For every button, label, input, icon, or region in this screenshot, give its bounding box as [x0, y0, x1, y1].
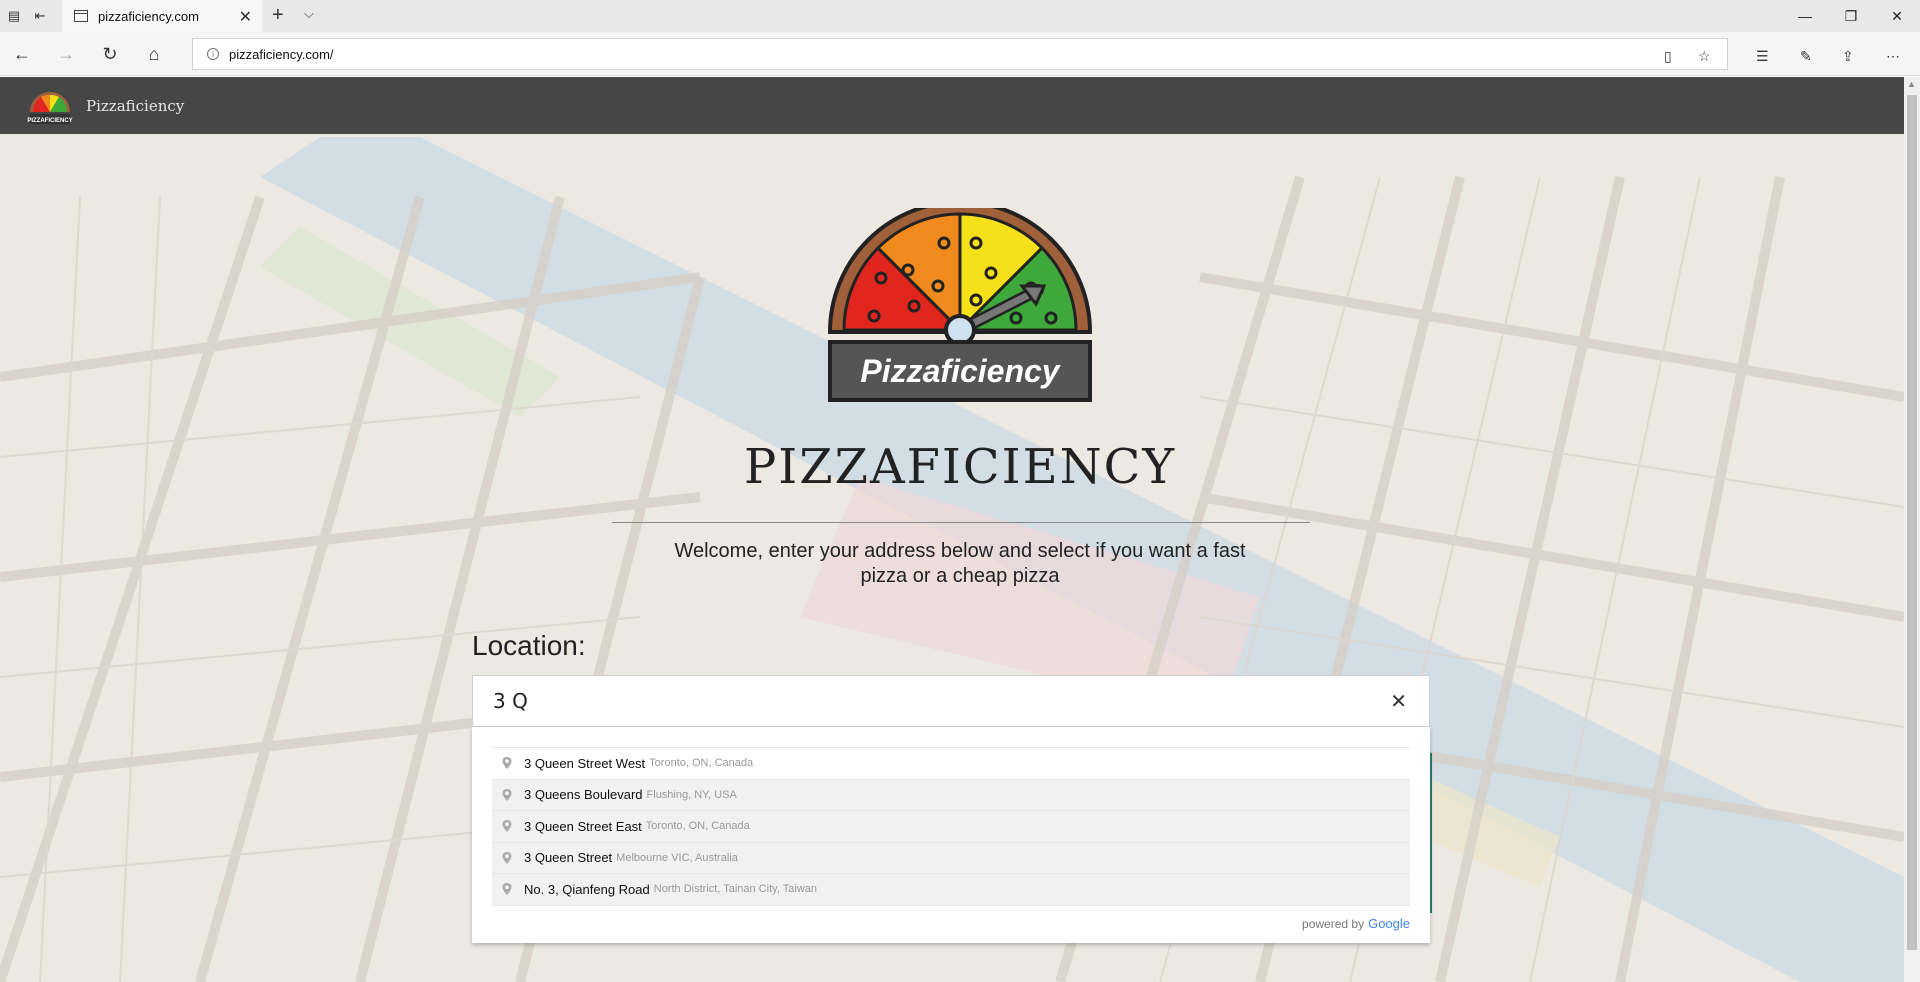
back-icon[interactable]: ← — [10, 42, 34, 66]
browser-tab[interactable]: pizzaficiency.com ✕ — [62, 0, 262, 32]
brand-logo[interactable]: PIZZAFICIENCY — [24, 84, 76, 128]
suggestion-item[interactable]: 3 Queens Boulevard Flushing, NY, USA — [492, 779, 1410, 811]
refresh-icon[interactable]: ↻ — [98, 42, 122, 66]
powered-by-text: powered by — [1302, 916, 1365, 931]
map-pin-icon — [502, 820, 512, 833]
suggestion-main-text: 3 Queen Street East — [524, 818, 642, 834]
suggestion-item[interactable]: No. 3, Qianfeng Road North District, Tai… — [492, 874, 1410, 906]
suggestion-main-text: No. 3, Qianfeng Road — [524, 881, 650, 897]
page-icon — [74, 10, 88, 22]
suggestion-main-text: 3 Queen Street West — [524, 755, 646, 771]
page-content: PIZZAFICIENCY Pizzaficiency Pizzaficienc… — [0, 77, 1904, 982]
autocomplete-dropdown: 3 Queen Street West Toronto, ON, Canada … — [472, 727, 1430, 943]
map-pin-icon — [502, 757, 512, 770]
suggestion-item[interactable]: 3 Queen Street West Toronto, ON, Canada — [492, 748, 1410, 780]
map-pin-icon — [502, 851, 512, 864]
close-tab-icon[interactable]: ✕ — [239, 7, 252, 27]
home-icon[interactable]: ⌂ — [142, 42, 166, 66]
tab-actions-icon[interactable]: ▤ — [4, 6, 24, 26]
new-tab-icon[interactable]: + — [272, 4, 284, 27]
clear-icon[interactable]: ✕ — [1390, 689, 1407, 714]
forward-icon[interactable]: → — [54, 42, 78, 66]
suggestion-list: 3 Queen Street West Toronto, ON, Canada … — [492, 747, 1410, 906]
brand-name[interactable]: Pizzaficiency — [86, 97, 184, 115]
suggestion-secondary-text: Flushing, NY, USA — [646, 788, 737, 801]
map-pin-icon — [502, 788, 512, 801]
suggestion-secondary-text: Toronto, ON, Canada — [645, 820, 750, 833]
minimize-icon[interactable]: — — [1782, 0, 1828, 32]
suggestion-secondary-text: Melbourne VIC, Australia — [616, 851, 738, 864]
address-bar[interactable]: i pizzaficiency.com/ — [192, 38, 1728, 70]
share-icon[interactable]: ⇪ — [1842, 48, 1854, 65]
svg-text:Pizzaficiency: Pizzaficiency — [860, 353, 1061, 389]
pen-icon[interactable]: ✎ — [1800, 48, 1812, 65]
scroll-up-icon[interactable]: ▲ — [1907, 79, 1916, 89]
page-scrollbar[interactable]: ▲ — [1904, 77, 1920, 982]
suggestion-main-text: 3 Queens Boulevard — [524, 787, 643, 803]
suggestion-secondary-text: North District, Tainan City, Taiwan — [653, 883, 817, 896]
favorite-star-icon[interactable]: ☆ — [1698, 48, 1711, 65]
suggestion-item[interactable]: 3 Queen Street Melbourne VIC, Australia — [492, 842, 1410, 874]
google-logo: Google — [1368, 916, 1410, 931]
scrollbar-thumb[interactable] — [1907, 95, 1917, 950]
site-info-icon[interactable]: i — [207, 48, 219, 60]
more-icon[interactable]: ⋯ — [1886, 48, 1900, 65]
location-input[interactable] — [493, 689, 1353, 713]
browser-nav-bar: ← → ↻ ⌂ i pizzaficiency.com/ ▯ ☆ ☰ ✎ ⇪ ⋯ — [0, 32, 1920, 76]
location-search-box[interactable]: ✕ — [472, 675, 1430, 727]
powered-by-google: powered by Google — [1302, 916, 1410, 931]
map-pin-icon — [502, 883, 512, 896]
pizzaficiency-logo: Pizzaficiency — [827, 208, 1093, 402]
suggestion-main-text: 3 Queen Street — [524, 850, 613, 866]
tab-title: pizzaficiency.com — [98, 8, 199, 24]
reading-view-icon[interactable]: ▯ — [1664, 48, 1672, 65]
suggestion-item[interactable]: 3 Queen Street East Toronto, ON, Canada — [492, 811, 1410, 843]
restore-icon[interactable]: ❐ — [1828, 0, 1874, 32]
page-title: PIZZAFICIENCY — [743, 439, 1177, 495]
set-aside-tabs-icon[interactable]: ⇤ — [30, 6, 50, 26]
welcome-text: Welcome, enter your address below and se… — [674, 540, 1246, 587]
tab-list-chevron-icon[interactable]: ⌵ — [304, 6, 314, 22]
browser-tab-bar: ▤ ⇤ pizzaficiency.com ✕ + ⌵ — ❐ ✕ — [0, 0, 1920, 32]
favorites-hub-icon[interactable]: ☰ — [1756, 48, 1769, 65]
title-divider — [612, 522, 1310, 523]
site-header: PIZZAFICIENCY Pizzaficiency — [0, 77, 1904, 134]
svg-text:PIZZAFICIENCY: PIZZAFICIENCY — [27, 118, 72, 124]
close-window-icon[interactable]: ✕ — [1874, 0, 1920, 32]
location-label: Location: — [472, 630, 586, 661]
suggestion-secondary-text: Toronto, ON, Canada — [649, 757, 754, 770]
url-text: pizzaficiency.com/ — [229, 46, 334, 62]
